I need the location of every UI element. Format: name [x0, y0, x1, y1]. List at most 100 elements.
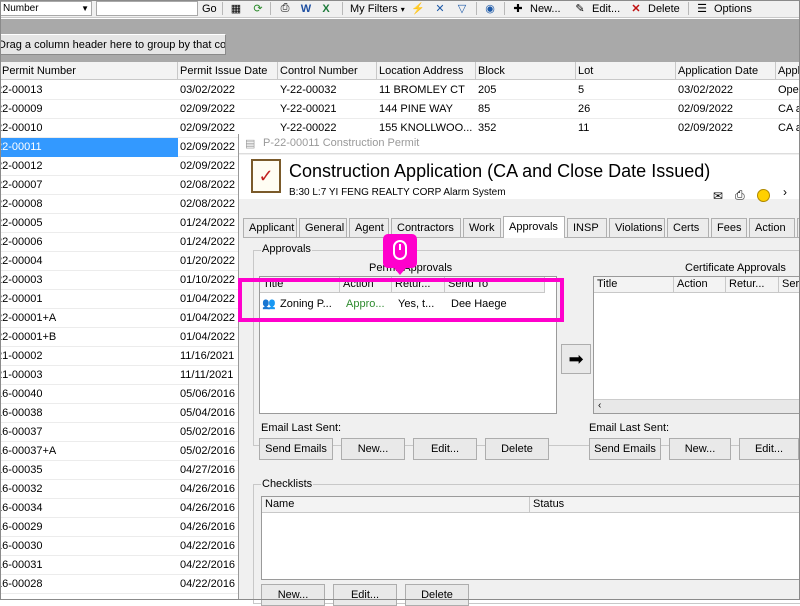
- cell-permit-number: 22-00012: [0, 160, 43, 172]
- refresh-icon[interactable]: ⟳: [250, 1, 266, 16]
- cell-lot: 26: [578, 103, 591, 115]
- printer-icon[interactable]: ⎙: [735, 188, 745, 203]
- options-icon[interactable]: ☰: [694, 1, 710, 16]
- column-header-permit-number[interactable]: Permit Number: [0, 62, 178, 80]
- edit-button[interactable]: Edit...: [592, 2, 620, 18]
- cert-new-button[interactable]: New...: [669, 438, 731, 460]
- word-icon[interactable]: W: [298, 1, 314, 16]
- cert-edit-button[interactable]: Edit...: [739, 438, 799, 460]
- globe-search-icon[interactable]: ◉: [482, 1, 498, 16]
- filter-run-icon[interactable]: ⚡: [410, 1, 426, 16]
- cell-location-address: 11 BROMLEY CT: [379, 84, 465, 96]
- tab-work[interactable]: Work: [463, 218, 501, 237]
- column-header-location-address[interactable]: Location Address: [377, 62, 476, 80]
- cell-permit-number: 22-00001+A: [0, 312, 57, 324]
- new-button[interactable]: New...: [530, 2, 561, 18]
- delete-icon[interactable]: ✕: [628, 1, 644, 16]
- clock-icon[interactable]: [757, 189, 770, 202]
- arrow-right-icon[interactable]: ➡: [561, 344, 591, 374]
- permit-icon: ▤: [245, 138, 256, 150]
- new-icon[interactable]: ✚: [510, 1, 526, 16]
- filter-clear-icon[interactable]: ✕: [432, 1, 448, 16]
- toolbar-separator: [222, 2, 223, 15]
- scroll-left-icon[interactable]: ‹: [598, 400, 601, 411]
- column-header-permit-issue-date[interactable]: Permit Issue Date: [178, 62, 278, 80]
- chevron-down-icon: ▾: [400, 5, 405, 14]
- toolbar-separator: [504, 2, 505, 15]
- checklist-new-button[interactable]: New...: [261, 584, 325, 606]
- calendar-icon[interactable]: ▦: [228, 1, 244, 16]
- mouse-cursor-marker: [383, 234, 417, 275]
- toolbar-separator: [688, 2, 689, 15]
- delete-button[interactable]: Delete: [648, 2, 680, 18]
- cell-permit-number: 22-00001+B: [0, 331, 57, 343]
- cell-permit-number: 22-00010: [0, 122, 43, 134]
- cell-permit-number: 22-00013: [0, 84, 43, 96]
- table-row[interactable]: 22-00009 02/09/2022 Y-22-00021 144 PINE WAY…: [0, 100, 800, 119]
- column-header-lot[interactable]: Lot: [576, 62, 676, 80]
- grid-header: Permit Number Permit Issue Date Control …: [0, 62, 800, 80]
- tab-fees[interactable]: Fees: [711, 218, 747, 237]
- column-header-application-date[interactable]: Application Date: [676, 62, 776, 80]
- tab-certs[interactable]: Certs: [667, 218, 709, 237]
- chevron-right-icon[interactable]: ›: [783, 185, 787, 199]
- column-header-control-number[interactable]: Control Number: [278, 62, 377, 80]
- tab-violations[interactable]: Violations: [609, 218, 665, 237]
- search-input[interactable]: [96, 1, 198, 16]
- options-button[interactable]: Options: [714, 2, 752, 18]
- cert-approvals-col-title[interactable]: Title: [594, 277, 674, 293]
- checklists-col-status[interactable]: Status: [530, 497, 800, 513]
- permit-edit-button[interactable]: Edit...: [413, 438, 477, 460]
- checklists-col-name[interactable]: Name: [262, 497, 530, 513]
- excel-icon[interactable]: X: [318, 1, 334, 16]
- cell-permit-number: 21-00003: [0, 369, 43, 381]
- cert-approvals-col-send[interactable]: Ser: [779, 277, 800, 293]
- checklists-list[interactable]: Name Status: [261, 496, 800, 580]
- cert-send-emails-button[interactable]: Send Emails: [589, 438, 661, 460]
- my-filters-menu[interactable]: My Filters ▾: [350, 2, 405, 18]
- column-header-block[interactable]: Block: [476, 62, 576, 80]
- search-field-combo[interactable]: Number ▼: [0, 1, 92, 16]
- group-by-band: Drag a column header here to group by th…: [0, 19, 800, 62]
- dialog-window-title: P-22-00011 Construction Permit: [263, 137, 420, 149]
- cert-approvals-col-return[interactable]: Retur...: [726, 277, 779, 293]
- cell-permit-number: 16-00037: [0, 426, 43, 438]
- go-button[interactable]: Go: [202, 2, 217, 18]
- tab-insp[interactable]: INSP: [567, 218, 607, 237]
- cert-approvals-col-action[interactable]: Action: [674, 277, 726, 293]
- cell-location-address: 144 PINE WAY: [379, 103, 453, 115]
- cell-permit-number: 16-00031: [0, 559, 43, 571]
- cell-permit-number: 22-00008: [0, 198, 43, 210]
- cell-application-date: 02/09/2022: [678, 103, 734, 115]
- toolbar-separator: [342, 2, 343, 15]
- dialog-titlebar[interactable]: ▤ P-22-00011 Construction Permit: [239, 134, 800, 154]
- tab-approvals[interactable]: Approvals: [503, 216, 565, 238]
- tab-general[interactable]: General: [299, 218, 347, 237]
- envelope-icon[interactable]: ✉: [713, 189, 723, 203]
- checklists-group-label: Checklists: [261, 478, 314, 490]
- permit-delete-button[interactable]: Delete: [485, 438, 549, 460]
- permit-new-button[interactable]: New...: [341, 438, 405, 460]
- chevron-down-icon: ▼: [81, 4, 89, 13]
- tab-applicant[interactable]: Applicant: [243, 218, 297, 237]
- table-row[interactable]: 22-00013 03/02/2022 Y-22-00032 11 BROMLEY C…: [0, 81, 800, 100]
- checklist-edit-button[interactable]: Edit...: [333, 584, 397, 606]
- search-field-value: Number: [3, 3, 39, 14]
- filter-icon[interactable]: ▽: [454, 1, 470, 16]
- cell-lot: 5: [578, 84, 585, 96]
- my-filters-label: My Filters: [350, 3, 398, 15]
- cell-permit-number: 16-00030: [0, 540, 43, 552]
- cell-appl: Ope: [778, 84, 799, 96]
- permit-send-emails-button[interactable]: Send Emails: [259, 438, 333, 460]
- horizontal-scrollbar[interactable]: ‹: [594, 399, 800, 413]
- tab-agent[interactable]: Agent: [349, 218, 389, 237]
- column-header-appl[interactable]: Appl: [776, 62, 800, 80]
- edit-icon[interactable]: ✎: [572, 1, 588, 16]
- certificate-approvals-list[interactable]: Title Action Retur... Ser ‹: [593, 276, 800, 414]
- group-by-hint[interactable]: Drag a column header here to group by th…: [0, 34, 226, 55]
- permit-approval-row-highlight: [238, 278, 564, 322]
- tab-action[interactable]: Action: [749, 218, 795, 237]
- printer-icon[interactable]: ⎙: [277, 1, 293, 16]
- group-by-hint-text: Drag a column header here to group by th…: [0, 39, 226, 51]
- checklist-delete-button[interactable]: Delete: [405, 584, 469, 606]
